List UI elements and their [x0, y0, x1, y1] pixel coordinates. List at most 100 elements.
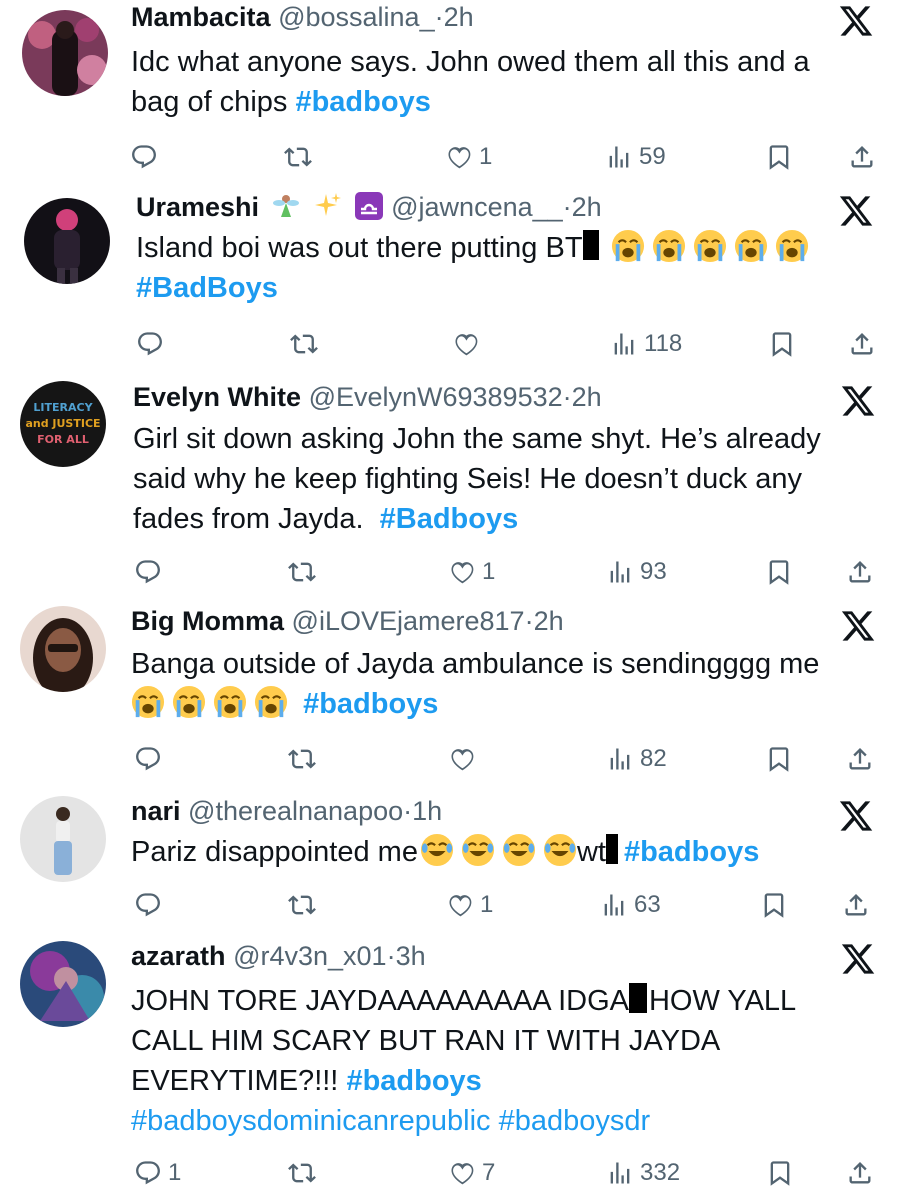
user-handle[interactable]: @EvelynW69389532: [309, 382, 563, 412]
tweet[interactable]: Urameshi @jawncena__·2h Island boi was o…: [0, 190, 900, 385]
x-logo-icon: [838, 193, 874, 229]
display-name[interactable]: Urameshi: [136, 192, 259, 222]
reply-icon: [130, 143, 158, 171]
heart-icon: [448, 745, 476, 773]
display-name[interactable]: Big Momma: [131, 606, 284, 636]
avatar[interactable]: [24, 198, 110, 284]
user-handle[interactable]: @bossalina_: [278, 2, 435, 32]
display-name[interactable]: azarath: [131, 941, 226, 971]
hashtag-link[interactable]: #badboys: [624, 836, 759, 868]
views-button[interactable]: 82: [606, 742, 667, 776]
share-button[interactable]: [848, 140, 876, 174]
like-button[interactable]: 1: [446, 888, 493, 922]
view-count: 118: [644, 330, 683, 357]
bookmark-button[interactable]: [765, 555, 793, 589]
tweet-text-line: fades from Jayda.: [133, 503, 364, 535]
timestamp[interactable]: 1h: [412, 796, 442, 826]
avatar[interactable]: [20, 796, 106, 882]
retweet-button[interactable]: [284, 140, 312, 174]
display-name[interactable]: Mambacita: [131, 2, 271, 32]
view-count: 59: [639, 143, 666, 170]
avatar[interactable]: [20, 606, 106, 692]
share-button[interactable]: [842, 888, 870, 922]
timestamp[interactable]: 3h: [396, 941, 426, 971]
retweet-icon: [288, 745, 316, 773]
bookmark-button[interactable]: [765, 140, 793, 174]
hashtag-link[interactable]: #BadBoys: [136, 272, 278, 304]
sob-emoji-icon: [213, 685, 247, 719]
reply-count: 1: [168, 1159, 182, 1186]
heart-icon: [452, 330, 480, 358]
reply-button[interactable]: [130, 140, 164, 174]
share-button[interactable]: [846, 742, 874, 776]
reply-button[interactable]: [134, 555, 168, 589]
tweet[interactable]: azarath @r4v3n_x01·3h JOHN TORE JAYDAAAA…: [0, 935, 900, 1200]
hashtag-link[interactable]: #badboysdominicanrepublic: [131, 1105, 491, 1137]
reply-button[interactable]: [136, 327, 170, 361]
views-button[interactable]: 118: [610, 327, 682, 361]
share-button[interactable]: [846, 1156, 874, 1190]
like-button[interactable]: [448, 742, 482, 776]
user-handle[interactable]: @jawncena__: [391, 192, 563, 222]
reply-button[interactable]: [134, 888, 168, 922]
avatar[interactable]: LITERACY and JUSTICE FOR ALL: [20, 381, 106, 467]
share-button[interactable]: [846, 555, 874, 589]
hashtag-link[interactable]: #badboysdr: [499, 1105, 651, 1137]
x-logo-icon: [840, 608, 876, 644]
tweet-text-line: CALL HIM SCARY BUT RAN IT WITH JAYDA: [131, 1025, 721, 1057]
like-button[interactable]: 7: [448, 1156, 495, 1190]
bookmark-button[interactable]: [766, 1156, 794, 1190]
tweet[interactable]: Big Momma @iLOVEjamere817·2h Banga outsi…: [0, 602, 900, 792]
timestamp[interactable]: 2h: [572, 192, 602, 222]
like-button[interactable]: 1: [448, 555, 495, 589]
separator-dot: ·: [524, 606, 534, 636]
tweet-text: Banga outside of Jayda ambulance is send…: [131, 644, 891, 724]
views-button[interactable]: 59: [605, 140, 666, 174]
hashtag-link[interactable]: #badboys: [295, 86, 430, 118]
display-name[interactable]: nari: [131, 796, 181, 826]
joy-emoji-icon: [543, 833, 577, 867]
tweet[interactable]: Mambacita @bossalina_·2h Idc what anyone…: [0, 0, 900, 190]
separator-dot: ·: [386, 941, 396, 971]
tweet-header: Evelyn White @EvelynW69389532·2h: [133, 380, 602, 414]
like-count: 7: [482, 1159, 496, 1186]
views-button[interactable]: 332: [606, 1156, 680, 1190]
tweet-text: JOHN TORE JAYDAAAAAAAAA IDGA HOW YALL CAL…: [131, 981, 891, 1141]
bookmark-button[interactable]: [760, 888, 788, 922]
x-logo-icon: [838, 798, 874, 834]
tweet-text-line: Banga outside of Jayda ambulance is send…: [131, 648, 820, 680]
reply-button[interactable]: 1: [134, 1156, 181, 1190]
views-button[interactable]: 63: [600, 888, 661, 922]
hashtag-link[interactable]: #badboys: [303, 688, 438, 720]
like-count: 1: [479, 143, 493, 170]
user-handle[interactable]: @iLOVEjamere817: [292, 606, 525, 636]
hashtag-link[interactable]: #Badboys: [380, 503, 519, 535]
timestamp[interactable]: 2h: [534, 606, 564, 636]
timestamp[interactable]: 2h: [444, 2, 474, 32]
retweet-icon: [288, 558, 316, 586]
hashtag-link[interactable]: #badboys: [346, 1065, 481, 1097]
timestamp[interactable]: 2h: [572, 382, 602, 412]
like-button[interactable]: 1: [445, 140, 492, 174]
display-name[interactable]: Evelyn White: [133, 382, 301, 412]
retweet-button[interactable]: [290, 327, 318, 361]
user-handle[interactable]: @therealnanapoo: [188, 796, 403, 826]
joy-emoji-icon: [461, 833, 495, 867]
retweet-button[interactable]: [288, 742, 316, 776]
share-icon: [846, 558, 874, 586]
retweet-button[interactable]: [288, 555, 316, 589]
bookmark-button[interactable]: [768, 327, 796, 361]
tweet-actions: 1 93: [0, 555, 900, 589]
views-button[interactable]: 93: [606, 555, 667, 589]
retweet-button[interactable]: [288, 1156, 316, 1190]
share-button[interactable]: [848, 327, 876, 361]
avatar[interactable]: [20, 941, 106, 1027]
like-button[interactable]: [452, 327, 486, 361]
user-handle[interactable]: @r4v3n_x01: [233, 941, 387, 971]
avatar[interactable]: [22, 10, 108, 96]
reply-button[interactable]: [134, 742, 168, 776]
bookmark-button[interactable]: [765, 742, 793, 776]
retweet-button[interactable]: [288, 888, 316, 922]
tweet[interactable]: nari @therealnanapoo·1h Pariz disappoint…: [0, 790, 900, 935]
tweet[interactable]: LITERACY and JUSTICE FOR ALL Evelyn Whit…: [0, 377, 900, 602]
